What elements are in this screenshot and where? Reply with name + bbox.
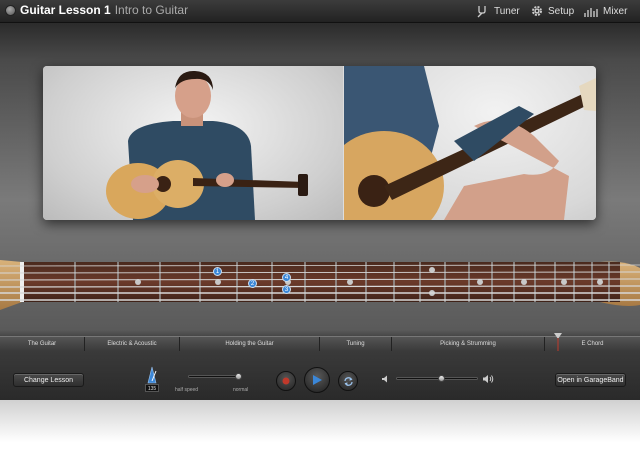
open-in-garageband-button[interactable]: Open in GarageBand [555,373,626,387]
lesson-video[interactable] [43,66,596,220]
close-button[interactable] [5,5,16,16]
volume-high-icon [483,375,494,383]
mixer-icon [584,8,598,17]
play-icon [313,375,322,385]
metronome-icon [147,366,157,384]
record-icon [282,377,290,385]
setup-label: Setup [548,5,575,17]
speed-slider-track[interactable] [188,375,238,378]
lesson-chapter-bar: The Guitar Electric & Acoustic Holding t… [0,336,640,352]
control-bar: Change Lesson 135 half speed normal Open… [0,351,640,400]
cycle-button[interactable] [338,371,358,391]
fretboard-graphic [0,260,640,310]
closeup-illustration [324,66,596,220]
window-title: Guitar Lesson 1 Intro to Guitar [20,3,188,17]
mixer-label: Mixer [603,5,628,17]
instructor-video-closeup [324,66,596,220]
finger-marker-3: 3 [282,285,291,294]
lesson-subtitle: Intro to Guitar [114,3,189,17]
lesson-title: Guitar Lesson 1 [20,3,111,17]
chapter-holding-guitar[interactable]: Holding the Guitar [180,337,320,351]
tuner-button[interactable]: Tuner [476,4,520,18]
volume-low-icon [382,375,387,383]
gear-icon [532,6,542,16]
change-lesson-button[interactable]: Change Lesson [13,373,84,387]
normal-speed-label: normal [233,387,249,393]
instructor-video-wide [43,66,343,220]
instructor-illustration [106,70,308,220]
loop-icon [343,376,353,386]
finger-marker-2: 2 [248,279,257,288]
half-speed-label: half speed [175,387,199,393]
volume-slider-knob[interactable] [437,375,445,382]
play-button[interactable] [304,367,330,393]
mixer-button[interactable]: Mixer [583,4,627,18]
titlebar: Guitar Lesson 1 Intro to Guitar Tuner Set… [0,0,640,23]
app-window: Guitar Lesson 1 Intro to Guitar Tuner Set… [0,0,640,400]
chapter-picking-strumming[interactable]: Picking & Strumming [392,337,545,351]
finger-marker-1: 1 [213,267,222,276]
chapter-the-guitar[interactable]: The Guitar [0,337,85,351]
tuning-fork-icon [477,6,486,18]
speed-slider-knob[interactable] [234,373,242,380]
record-button[interactable] [276,371,296,391]
tuner-label: Tuner [494,5,520,17]
chapter-electric-acoustic[interactable]: Electric & Acoustic [85,337,180,351]
setup-button[interactable]: Setup [530,4,574,18]
tempo-readout: 135 [145,384,159,392]
animated-fretboard: 1 2 3 4 [0,250,640,325]
chapter-tuning[interactable]: Tuning [320,337,392,351]
metronome-button[interactable]: 135 [142,365,162,393]
finger-marker-4: 4 [282,273,291,282]
window-reflection [0,400,640,453]
